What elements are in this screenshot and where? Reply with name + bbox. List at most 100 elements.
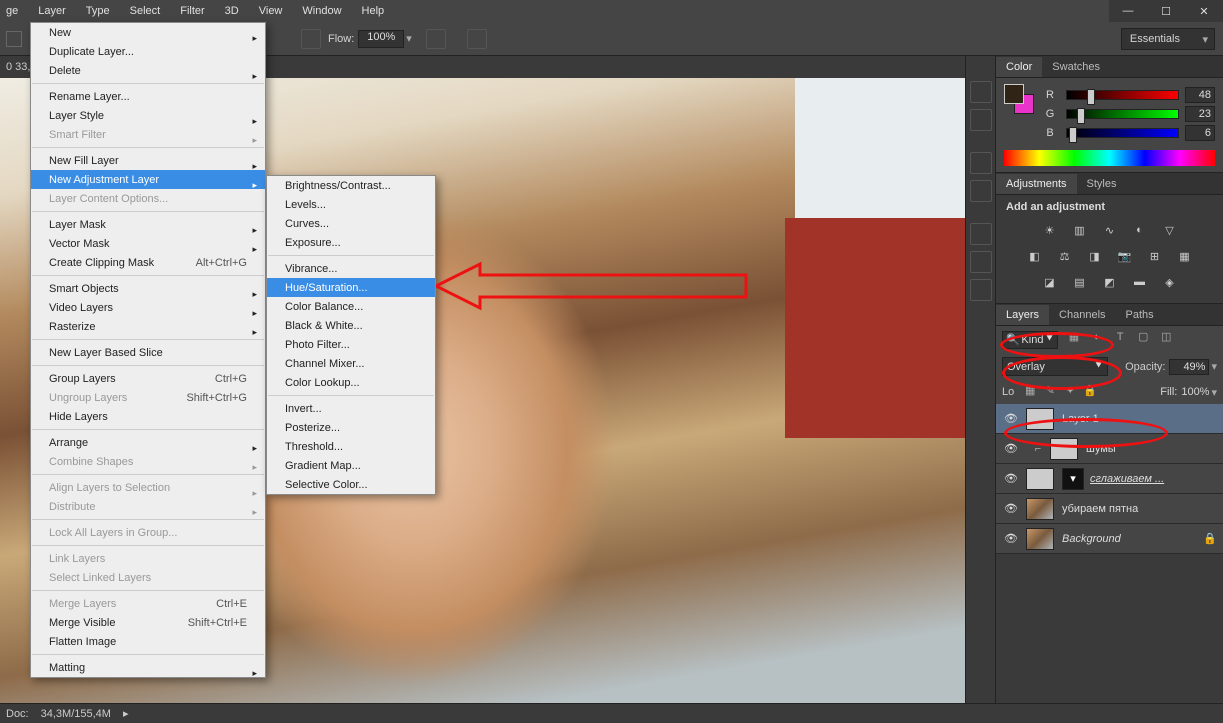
layer-thumbnail[interactable] — [1026, 528, 1054, 550]
menu-item[interactable]: Merge VisibleShift+Ctrl+E — [31, 613, 265, 632]
layer-thumbnail[interactable] — [1026, 468, 1054, 490]
tab-paths[interactable]: Paths — [1116, 305, 1164, 325]
menu-item[interactable]: Color Balance... — [267, 297, 435, 316]
close-button[interactable]: ✕ — [1185, 0, 1223, 22]
curves-icon[interactable]: ∿ — [1099, 219, 1121, 241]
workspace-switcher[interactable]: Essentials — [1121, 28, 1215, 50]
layer-row[interactable]: 👁⌐шумы — [996, 434, 1223, 464]
brush-presets-icon[interactable] — [970, 251, 992, 273]
tab-swatches[interactable]: Swatches — [1042, 57, 1110, 77]
lock-all-icon[interactable]: ✦ — [1062, 384, 1078, 400]
menu-item[interactable]: Group LayersCtrl+G — [31, 369, 265, 388]
menu-item[interactable]: Photo Filter... — [267, 335, 435, 354]
exposure-icon[interactable]: ◐ — [1129, 219, 1151, 241]
gradient-map-icon[interactable]: ▬ — [1129, 271, 1151, 293]
layer-thumbnail[interactable] — [1026, 498, 1054, 520]
g-slider[interactable] — [1066, 109, 1179, 119]
threshold-icon[interactable]: ◩ — [1099, 271, 1121, 293]
menu-item[interactable]: Create Clipping MaskAlt+Ctrl+G — [31, 253, 265, 272]
airbrush-icon[interactable] — [301, 29, 321, 49]
tab-adjustments[interactable]: Adjustments — [996, 174, 1077, 194]
menu-item[interactable]: Delete — [31, 61, 265, 80]
clone-source-icon[interactable] — [970, 279, 992, 301]
filter-smart-icon[interactable]: ◫ — [1157, 330, 1175, 348]
bw-icon[interactable]: ◨ — [1084, 245, 1106, 267]
vibrance-icon[interactable]: ▽ — [1159, 219, 1181, 241]
menu-item[interactable]: Hide Layers — [31, 407, 265, 426]
menu-item[interactable]: Hue/Saturation... — [267, 278, 435, 297]
dropdown-icon[interactable]: ▾ — [1211, 360, 1217, 373]
b-slider[interactable] — [1066, 128, 1179, 138]
filter-adjust-icon[interactable]: ◐ — [1088, 331, 1106, 349]
layer-name[interactable]: убираем пятна — [1062, 503, 1138, 515]
layer-name[interactable]: Layer 1 — [1062, 413, 1099, 425]
visibility-icon[interactable]: 👁 — [1002, 502, 1020, 515]
menu-item[interactable]: Levels... — [267, 195, 435, 214]
menu-view[interactable]: View — [249, 2, 293, 20]
layer-name[interactable]: Background — [1062, 533, 1121, 545]
tab-channels[interactable]: Channels — [1049, 305, 1115, 325]
menu-item[interactable]: Vibrance... — [267, 259, 435, 278]
minimize-button[interactable]: — — [1109, 0, 1147, 22]
filter-pixel-icon[interactable]: ▦ — [1065, 330, 1083, 348]
layer-thumbnail[interactable] — [1050, 438, 1078, 460]
menu-item[interactable]: Color Lookup... — [267, 373, 435, 392]
tab-styles[interactable]: Styles — [1077, 174, 1127, 194]
layer-row[interactable]: 👁 убираем пятна — [996, 494, 1223, 524]
menu-filter[interactable]: Filter — [170, 2, 214, 20]
color-balance-icon[interactable]: ⚖ — [1054, 245, 1076, 267]
dropdown-icon[interactable]: ▾ — [406, 32, 412, 45]
r-slider[interactable] — [1066, 90, 1179, 100]
visibility-icon[interactable]: 👁 — [1002, 472, 1020, 485]
menu-item[interactable]: Flatten Image — [31, 632, 265, 651]
menu-item[interactable]: Rename Layer... — [31, 87, 265, 106]
menu-item[interactable]: Exposure... — [267, 233, 435, 252]
layer-row[interactable]: 👁Layer 1 — [996, 404, 1223, 434]
tab-layers[interactable]: Layers — [996, 305, 1049, 325]
layer-mask-thumbnail[interactable]: ▾ — [1062, 468, 1084, 490]
paragraph-icon[interactable] — [970, 180, 992, 202]
menu-item[interactable]: New Adjustment Layer — [31, 170, 265, 189]
menu-item[interactable]: Layer Mask — [31, 215, 265, 234]
menu-item[interactable]: New Layer Based Slice — [31, 343, 265, 362]
menu-image[interactable]: ge — [2, 2, 28, 20]
tool-preset-picker[interactable] — [6, 31, 22, 47]
menu-item[interactable]: Arrange — [31, 433, 265, 452]
tab-color[interactable]: Color — [996, 57, 1042, 77]
menu-item[interactable]: New — [31, 23, 265, 42]
character-icon[interactable] — [970, 152, 992, 174]
menu-layer[interactable]: Layer — [28, 2, 76, 20]
lock-pixels-icon[interactable]: ▦ — [1022, 384, 1038, 400]
menu-item[interactable]: Posterize... — [267, 418, 435, 437]
menu-item[interactable]: Layer Style — [31, 106, 265, 125]
channel-mixer-icon[interactable]: ⊞ — [1144, 245, 1166, 267]
menu-item[interactable]: Vector Mask — [31, 234, 265, 253]
fill-value[interactable]: 100% — [1181, 386, 1209, 398]
menu-item[interactable]: Rasterize — [31, 317, 265, 336]
layer-thumbnail[interactable] — [1026, 408, 1054, 430]
blend-mode-select[interactable]: Overlay⯆ — [1002, 357, 1108, 376]
history-icon[interactable] — [970, 81, 992, 103]
flow-input[interactable]: 100% — [358, 30, 404, 48]
menu-item[interactable]: Gradient Map... — [267, 456, 435, 475]
filter-shape-icon[interactable]: ▢ — [1134, 330, 1152, 348]
brightness-icon[interactable]: ☀ — [1039, 219, 1061, 241]
photo-filter-icon[interactable]: 📷 — [1114, 245, 1136, 267]
levels-icon[interactable]: ▥ — [1069, 219, 1091, 241]
menu-item[interactable]: Threshold... — [267, 437, 435, 456]
visibility-icon[interactable]: 👁 — [1002, 442, 1020, 455]
menu-window[interactable]: Window — [292, 2, 351, 20]
menu-select[interactable]: Select — [120, 2, 171, 20]
lock-icon[interactable]: 🔒 — [1082, 384, 1098, 400]
menu-item[interactable]: Duplicate Layer... — [31, 42, 265, 61]
layer-row[interactable]: 👁▾сглаживаем ... — [996, 464, 1223, 494]
g-value[interactable]: 23 — [1185, 106, 1215, 122]
foreground-background-swatch[interactable] — [1004, 84, 1034, 114]
dropdown-icon[interactable]: ▾ — [1211, 386, 1217, 399]
menu-item[interactable]: Channel Mixer... — [267, 354, 435, 373]
menu-item[interactable]: New Fill Layer — [31, 151, 265, 170]
menu-item[interactable]: Black & White... — [267, 316, 435, 335]
menu-item[interactable]: Smart Objects — [31, 279, 265, 298]
menu-3d[interactable]: 3D — [215, 2, 249, 20]
menu-item[interactable]: Invert... — [267, 399, 435, 418]
